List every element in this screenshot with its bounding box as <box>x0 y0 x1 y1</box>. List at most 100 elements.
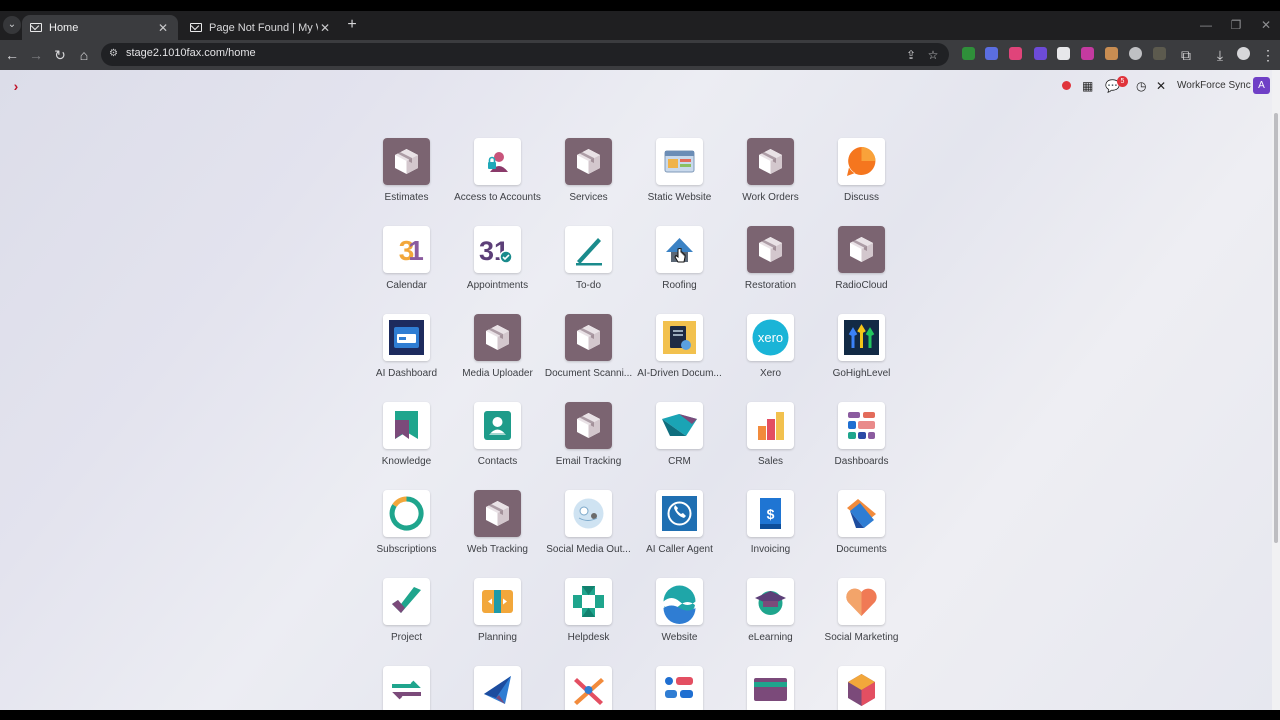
app-tile-restoration[interactable]: Restoration <box>725 226 816 306</box>
app-tile-contacts[interactable]: Contacts <box>452 402 543 482</box>
browser-menu-icon[interactable]: ⋮ <box>1258 45 1278 65</box>
app-tile-unnamed-38[interactable] <box>452 666 543 710</box>
app-tile-knowledge[interactable]: Knowledge <box>361 402 452 482</box>
lifebuoy-icon[interactable] <box>565 578 612 625</box>
company-name[interactable]: WorkForce Sync <box>1177 78 1251 94</box>
bookmark-star-icon[interactable]: ☆ <box>925 47 941 63</box>
heart-icon[interactable] <box>838 578 885 625</box>
tab-home[interactable]: Home ✕ <box>22 15 178 40</box>
switch-arrows-icon[interactable] <box>383 666 430 710</box>
extension-icon[interactable] <box>1153 47 1166 60</box>
menu-chevron-icon[interactable]: › <box>8 78 24 94</box>
tab-page-not-found[interactable]: Page Not Found | My Website ✕ <box>182 15 340 40</box>
tab-close-icon[interactable]: ✕ <box>156 21 170 35</box>
calculator-icon[interactable]: ▦ <box>1082 78 1093 94</box>
globe-waves-icon[interactable] <box>656 578 703 625</box>
app-tile-unnamed-42[interactable] <box>816 666 907 710</box>
app-tile-access-to-accounts[interactable]: Access to Accounts <box>452 138 543 218</box>
speech-bubble-icon[interactable] <box>838 138 885 185</box>
user-avatar[interactable]: A <box>1253 77 1270 94</box>
app-tile-xero[interactable]: xero Xero <box>725 314 816 394</box>
xero-icon[interactable]: xero <box>747 314 794 361</box>
credit-card-icon[interactable] <box>747 666 794 710</box>
extensions-puzzle-icon[interactable]: ⧉ <box>1176 45 1196 65</box>
tools-icon[interactable] <box>565 666 612 710</box>
app-tile-services[interactable]: Services <box>543 138 634 218</box>
list-blocks-icon[interactable] <box>656 666 703 710</box>
cube-icon[interactable] <box>565 138 612 185</box>
contact-card-icon[interactable] <box>474 402 521 449</box>
phone-agent-icon[interactable] <box>656 490 703 537</box>
cube-icon[interactable] <box>474 490 521 537</box>
reload-icon[interactable]: ↻ <box>50 45 70 65</box>
minimize-icon[interactable]: — <box>1196 16 1216 34</box>
bookmark-icon[interactable] <box>383 402 430 449</box>
app-tile-unnamed-41[interactable] <box>725 666 816 710</box>
social-network-icon[interactable] <box>565 490 612 537</box>
download-icon[interactable]: ⤓ <box>1210 45 1230 65</box>
app-tile-appointments[interactable]: 31 Appointments <box>452 226 543 306</box>
cube-icon[interactable] <box>838 226 885 273</box>
clock-icon[interactable]: ◷ <box>1136 78 1146 94</box>
handshake-icon[interactable] <box>656 402 703 449</box>
extension-icon[interactable] <box>1129 47 1142 60</box>
app-tile-subscriptions[interactable]: Subscriptions <box>361 490 452 570</box>
invoice-dollar-icon[interactable]: $ <box>747 490 794 537</box>
tiles-icon[interactable] <box>838 402 885 449</box>
close-window-icon[interactable]: ✕ <box>1256 16 1276 34</box>
app-tile-project[interactable]: Project <box>361 578 452 658</box>
app-tile-website[interactable]: Website <box>634 578 725 658</box>
app-tile-planning[interactable]: Planning <box>452 578 543 658</box>
new-tab-button[interactable]: + <box>344 16 360 34</box>
pen-line-icon[interactable] <box>565 226 612 273</box>
app-tile-sales[interactable]: Sales <box>725 402 816 482</box>
calendar-31-icon[interactable]: 31 <box>383 226 430 273</box>
app-tile-media-uploader[interactable]: Media Uploader <box>452 314 543 394</box>
app-tile-ai-dashboard[interactable]: AI Dashboard <box>361 314 452 394</box>
app-tile-dashboards[interactable]: Dashboards <box>816 402 907 482</box>
cube-icon[interactable] <box>747 138 794 185</box>
bar-chart-icon[interactable] <box>747 402 794 449</box>
document-ai-icon[interactable] <box>656 314 703 361</box>
arrows-up-icon[interactable] <box>838 314 885 361</box>
extension-icon[interactable] <box>962 47 975 60</box>
forward-icon[interactable]: → <box>26 45 46 65</box>
graduation-cap-icon[interactable] <box>747 578 794 625</box>
app-tile-ai-driven-docum[interactable]: AI-Driven Docum... <box>634 314 725 394</box>
extension-icon[interactable] <box>1009 47 1022 60</box>
app-tile-social-media-out[interactable]: Social Media Out... <box>543 490 634 570</box>
browser-window-icon[interactable] <box>656 138 703 185</box>
restore-icon[interactable]: ❐ <box>1226 16 1246 34</box>
home-icon[interactable]: ⌂ <box>74 45 94 65</box>
app-tile-unnamed-37[interactable] <box>361 666 452 710</box>
app-tile-to-do[interactable]: To-do <box>543 226 634 306</box>
calendar-check-icon[interactable]: 31 <box>474 226 521 273</box>
app-tile-social-marketing[interactable]: Social Marketing <box>816 578 907 658</box>
tools-icon[interactable]: ✕ <box>1156 78 1166 94</box>
cube-icon[interactable] <box>565 314 612 361</box>
cube-icon[interactable] <box>747 226 794 273</box>
app-tile-ai-caller-agent[interactable]: AI Caller Agent <box>634 490 725 570</box>
app-tile-estimates[interactable]: Estimates <box>361 138 452 218</box>
app-tile-radiocloud[interactable]: RadioCloud <box>816 226 907 306</box>
extension-icon[interactable] <box>1034 47 1047 60</box>
app-tile-elearning[interactable]: eLearning <box>725 578 816 658</box>
app-tile-document-scanni[interactable]: Document Scanni... <box>543 314 634 394</box>
scrollbar-thumb[interactable] <box>1274 113 1278 543</box>
install-app-icon[interactable]: ⇪ <box>903 47 919 63</box>
address-bar[interactable]: ⚙ stage2.1010fax.com/home ⇪ ☆ <box>101 43 949 66</box>
folders-icon[interactable] <box>838 490 885 537</box>
app-tile-work-orders[interactable]: Work Orders <box>725 138 816 218</box>
back-icon[interactable]: ← <box>2 45 22 65</box>
app-tile-unnamed-40[interactable] <box>634 666 725 710</box>
app-tile-unnamed-39[interactable] <box>543 666 634 710</box>
app-tile-invoicing[interactable]: $ Invoicing <box>725 490 816 570</box>
recording-dot-icon[interactable] <box>1062 81 1071 90</box>
cube-icon[interactable] <box>474 314 521 361</box>
cube-icon[interactable] <box>565 402 612 449</box>
user-lock-icon[interactable] <box>474 138 521 185</box>
app-tile-documents[interactable]: Documents <box>816 490 907 570</box>
extension-icon[interactable] <box>1105 47 1118 60</box>
extension-icon[interactable] <box>1081 47 1094 60</box>
app-tile-email-tracking[interactable]: Email Tracking <box>543 402 634 482</box>
